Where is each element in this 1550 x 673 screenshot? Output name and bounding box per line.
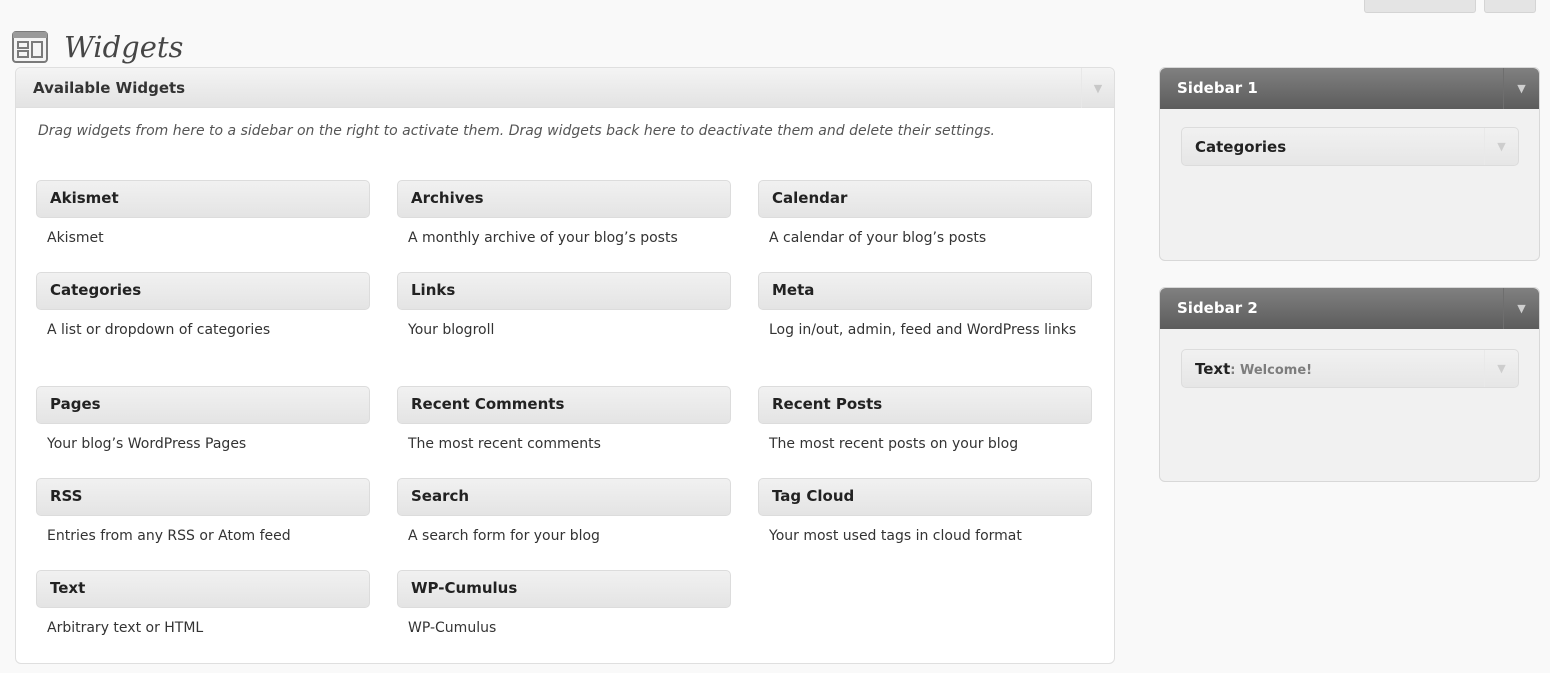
widget-calendar[interactable]: Calendar A calendar of your blog’s posts bbox=[758, 180, 1092, 249]
screen-options-tab[interactable] bbox=[1364, 0, 1476, 13]
widget-description: Log in/out, admin, feed and WordPress li… bbox=[769, 322, 1077, 338]
help-tab[interactable] bbox=[1484, 0, 1536, 13]
widget-title[interactable]: Archives bbox=[397, 180, 731, 218]
widget-description: Akismet bbox=[47, 230, 104, 246]
widget-links[interactable]: Links Your blogroll bbox=[397, 272, 731, 341]
widget-description: A calendar of your blog’s posts bbox=[769, 230, 987, 246]
available-widgets-panel: Available Widgets ▼ Drag widgets from he… bbox=[15, 67, 1115, 664]
sidebar-widget-subtitle: : Welcome! bbox=[1230, 363, 1313, 378]
sidebar-widget-text[interactable]: Text: Welcome! ▼ bbox=[1181, 349, 1519, 388]
widget-categories[interactable]: Categories A list or dropdown of categor… bbox=[36, 272, 370, 341]
sidebar-title: Sidebar 1 bbox=[1177, 79, 1258, 97]
available-widgets-header[interactable]: Available Widgets ▼ bbox=[16, 68, 1114, 108]
widget-text[interactable]: Text Arbitrary text or HTML bbox=[36, 570, 370, 639]
widget-title[interactable]: Meta bbox=[758, 272, 1092, 310]
sidebar-widget-toggle-icon[interactable]: ▼ bbox=[1484, 350, 1518, 387]
sidebar-toggle-icon[interactable]: ▼ bbox=[1503, 288, 1539, 329]
widget-description: The most recent posts on your blog bbox=[769, 436, 1019, 452]
widget-pages[interactable]: Pages Your blog’s WordPress Pages bbox=[36, 386, 370, 455]
widget-akismet[interactable]: Akismet Akismet bbox=[36, 180, 370, 249]
widget-title[interactable]: Text bbox=[36, 570, 370, 608]
widget-title[interactable]: Tag Cloud bbox=[758, 478, 1092, 516]
screen-meta-links bbox=[1364, 0, 1536, 13]
widget-rss[interactable]: RSS Entries from any RSS or Atom feed bbox=[36, 478, 370, 547]
sidebar-widget-title: Text: Welcome! bbox=[1195, 360, 1312, 378]
widget-description: Arbitrary text or HTML bbox=[47, 620, 204, 636]
sidebar-widget-toggle-icon[interactable]: ▼ bbox=[1484, 128, 1518, 165]
widget-description: Your most used tags in cloud format bbox=[769, 528, 1022, 544]
widget-wp-cumulus[interactable]: WP-Cumulus WP-Cumulus bbox=[397, 570, 731, 639]
widget-title[interactable]: WP-Cumulus bbox=[397, 570, 731, 608]
widget-title[interactable]: Search bbox=[397, 478, 731, 516]
sidebar-toggle-icon[interactable]: ▼ bbox=[1503, 68, 1539, 109]
available-widgets-title: Available Widgets bbox=[33, 79, 186, 97]
widget-description: A monthly archive of your blog’s posts bbox=[408, 230, 678, 246]
sidebar-widget-name: Text bbox=[1195, 360, 1231, 378]
widget-tag-cloud[interactable]: Tag Cloud Your most used tags in cloud f… bbox=[758, 478, 1092, 547]
widget-search[interactable]: Search A search form for your blog bbox=[397, 478, 731, 547]
widget-description: Your blog’s WordPress Pages bbox=[47, 436, 247, 452]
widget-title[interactable]: Calendar bbox=[758, 180, 1092, 218]
widget-description: Entries from any RSS or Atom feed bbox=[47, 528, 291, 544]
widget-title[interactable]: Akismet bbox=[36, 180, 370, 218]
sidebar-widget-title: Categories bbox=[1195, 138, 1286, 156]
widget-archives[interactable]: Archives A monthly archive of your blog’… bbox=[397, 180, 731, 249]
widget-title[interactable]: Categories bbox=[36, 272, 370, 310]
page-title: Widgets bbox=[64, 30, 184, 65]
sidebar-widget-categories[interactable]: Categories ▼ bbox=[1181, 127, 1519, 166]
available-widgets-description: Drag widgets from here to a sidebar on t… bbox=[38, 123, 995, 139]
sidebar-1: Sidebar 1 ▼ Categories ▼ bbox=[1159, 67, 1540, 261]
widget-title[interactable]: Pages bbox=[36, 386, 370, 424]
widget-title[interactable]: Links bbox=[397, 272, 731, 310]
widget-meta[interactable]: Meta Log in/out, admin, feed and WordPre… bbox=[758, 272, 1092, 341]
sidebar-widget-name: Categories bbox=[1195, 138, 1287, 156]
widget-description: WP-Cumulus bbox=[408, 620, 497, 636]
available-widgets-toggle-icon[interactable]: ▼ bbox=[1081, 68, 1114, 108]
sidebar-title: Sidebar 2 bbox=[1177, 299, 1258, 317]
widget-description: The most recent comments bbox=[408, 436, 601, 452]
widget-title[interactable]: Recent Posts bbox=[758, 386, 1092, 424]
sidebar-2-header[interactable]: Sidebar 2 ▼ bbox=[1160, 288, 1539, 329]
widget-description: Your blogroll bbox=[408, 322, 495, 338]
widget-title[interactable]: Recent Comments bbox=[397, 386, 731, 424]
widgets-icon bbox=[10, 27, 50, 67]
widget-description: A list or dropdown of categories bbox=[47, 322, 271, 338]
widget-title[interactable]: RSS bbox=[36, 478, 370, 516]
widget-recent-posts[interactable]: Recent Posts The most recent posts on yo… bbox=[758, 386, 1092, 455]
widget-description: A search form for your blog bbox=[408, 528, 600, 544]
sidebar-2: Sidebar 2 ▼ Text: Welcome! ▼ bbox=[1159, 287, 1540, 482]
sidebar-1-header[interactable]: Sidebar 1 ▼ bbox=[1160, 68, 1539, 109]
widget-recent-comments[interactable]: Recent Comments The most recent comments bbox=[397, 386, 731, 455]
